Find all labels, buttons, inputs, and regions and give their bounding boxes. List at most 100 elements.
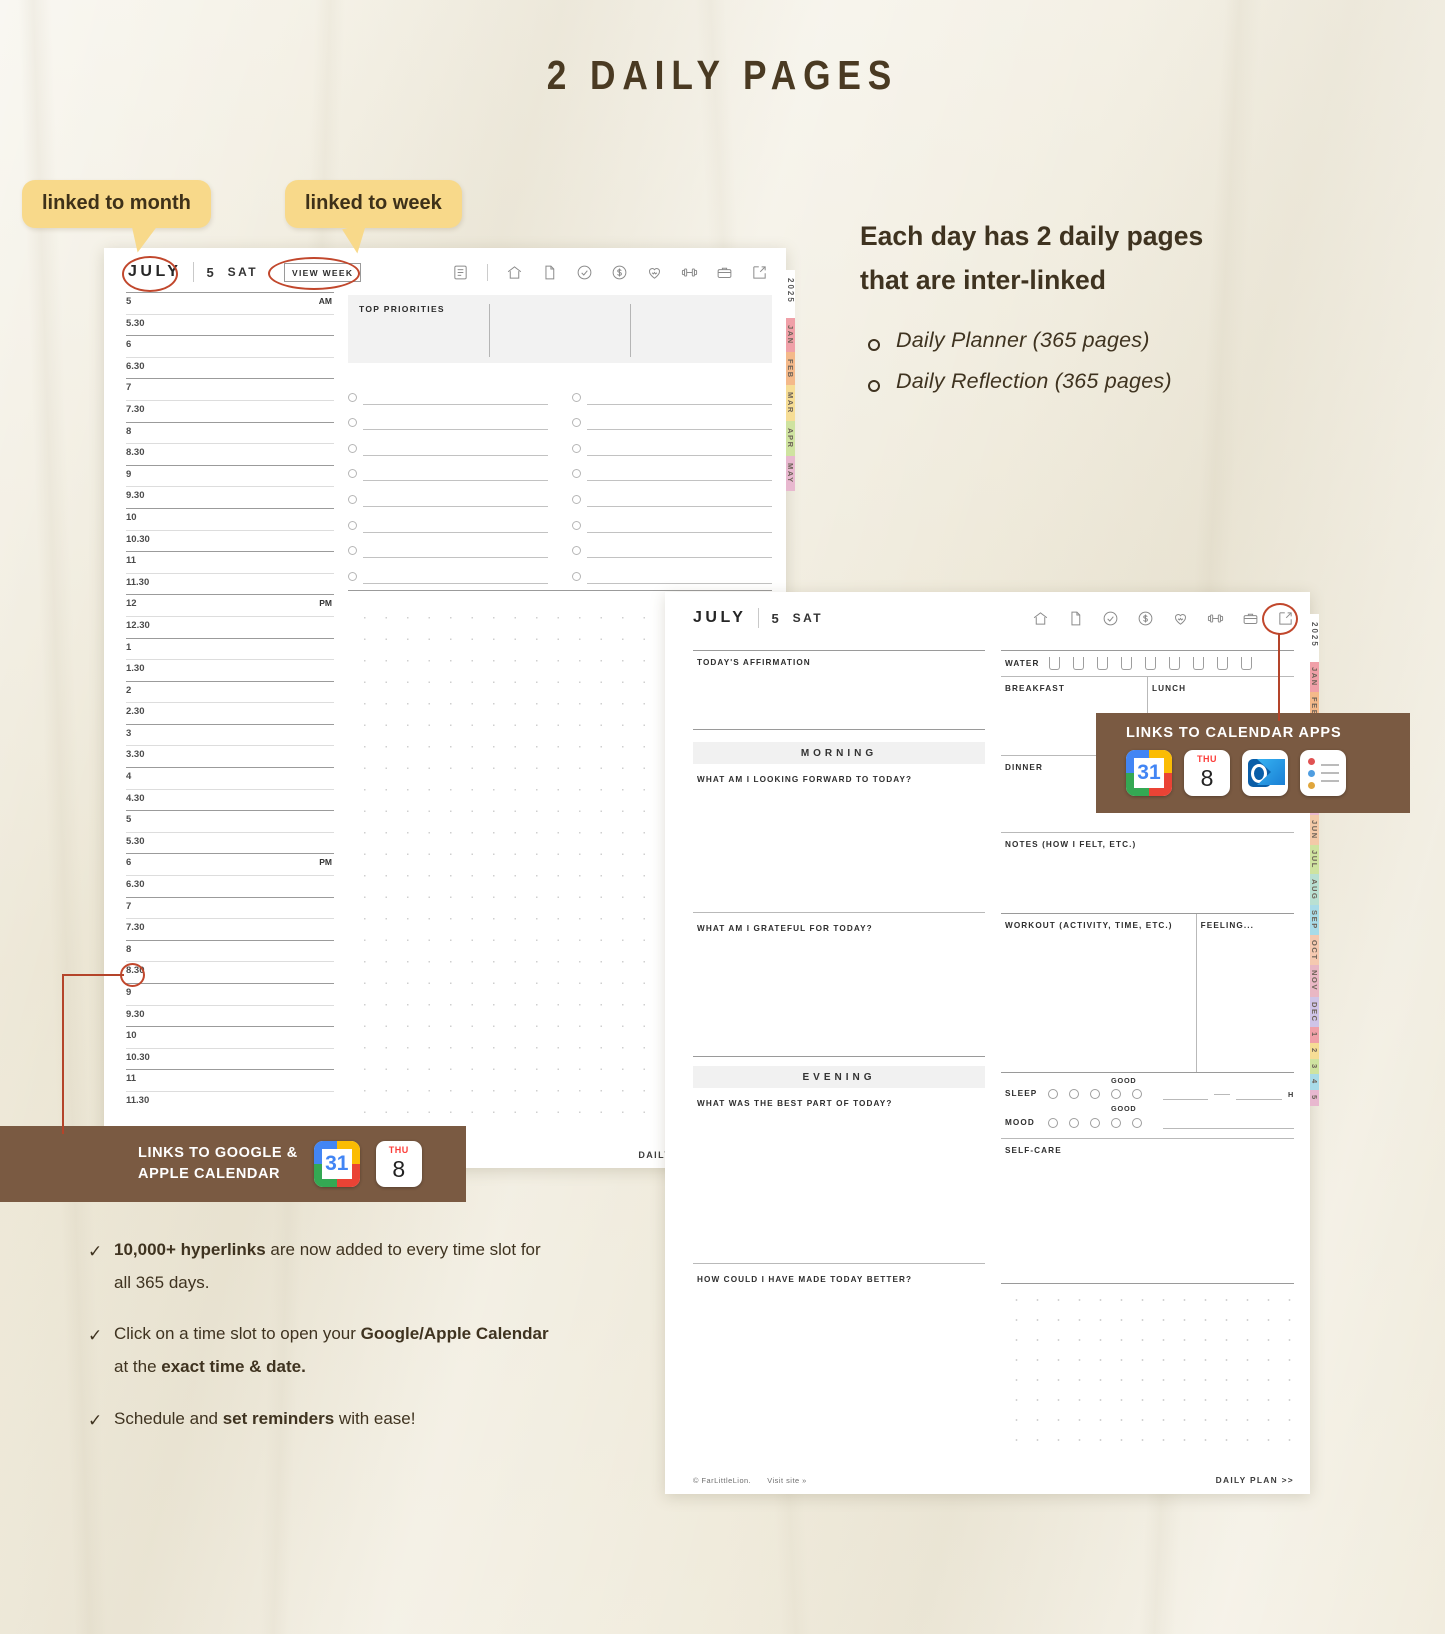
todo-line[interactable] xyxy=(587,403,772,405)
month-tab-2[interactable]: 2 xyxy=(1310,1042,1319,1059)
time-slot[interactable]: 12 PM xyxy=(126,594,334,616)
todo-checkbox[interactable] xyxy=(572,571,581,581)
todo-item[interactable] xyxy=(348,405,548,431)
time-slot[interactable]: 4 xyxy=(126,767,334,789)
briefcase-icon[interactable] xyxy=(1242,610,1259,627)
list-icon[interactable] xyxy=(452,264,469,281)
outlook-calendar-icon[interactable] xyxy=(1242,750,1288,796)
home-icon[interactable] xyxy=(1032,610,1049,627)
todo-item[interactable] xyxy=(348,533,548,559)
water-cup[interactable] xyxy=(1217,657,1229,670)
time-slot[interactable]: 10.30 xyxy=(126,1047,334,1070)
time-slot-column[interactable]: 5 AM 5.30 6 6.30 7 7.30 8 8.30 9 9.30 10 10.30 11 11.3… xyxy=(126,292,334,1113)
todo-checkbox[interactable] xyxy=(572,418,581,428)
month-tab-5[interactable]: 5 xyxy=(1310,1090,1319,1107)
time-slot[interactable]: 6 PM xyxy=(126,853,334,875)
todo-checkbox[interactable] xyxy=(572,469,581,479)
month-tab-may[interactable]: MAY xyxy=(786,455,795,491)
time-slot[interactable]: 2.30 xyxy=(126,702,334,724)
month-tab-mar[interactable]: MAR xyxy=(786,385,795,422)
looking-forward-input[interactable] xyxy=(693,784,985,904)
time-slot[interactable]: 7.30 xyxy=(126,399,334,422)
water-cup[interactable] xyxy=(1121,657,1133,670)
month-tab-sep[interactable]: SEP xyxy=(1310,904,1319,935)
todo-item[interactable] xyxy=(572,507,772,533)
todo-column-left[interactable] xyxy=(348,379,548,584)
todo-line[interactable] xyxy=(363,480,548,482)
todo-line[interactable] xyxy=(363,505,548,507)
rating-circle[interactable] xyxy=(1111,1117,1121,1128)
dollar-circle-icon[interactable] xyxy=(1137,610,1154,627)
dumbbell-icon[interactable] xyxy=(681,264,698,281)
todo-checkbox[interactable] xyxy=(572,520,581,530)
todo-column-right[interactable] xyxy=(572,379,772,584)
time-slot[interactable]: 9.30 xyxy=(126,1004,334,1027)
todo-item[interactable] xyxy=(348,379,548,405)
todo-line[interactable] xyxy=(587,582,772,584)
todo-checkbox[interactable] xyxy=(348,469,357,479)
todo-line[interactable] xyxy=(363,403,548,405)
document-icon[interactable] xyxy=(1067,610,1084,627)
rating-circle[interactable] xyxy=(1069,1088,1079,1099)
rating-circle[interactable] xyxy=(1048,1088,1058,1099)
time-slot[interactable]: 9 xyxy=(126,464,334,487)
todo-line[interactable] xyxy=(363,531,548,533)
heart-icon[interactable] xyxy=(1172,610,1189,627)
google-calendar-icon[interactable]: 31 xyxy=(1126,750,1172,796)
time-slot[interactable]: 8 xyxy=(126,939,334,962)
heart-icon[interactable] xyxy=(646,264,663,281)
mood-note-input[interactable] xyxy=(1163,1116,1294,1129)
todo-item[interactable] xyxy=(572,430,772,456)
month-tab-aug[interactable]: AUG xyxy=(1310,873,1319,905)
todo-line[interactable] xyxy=(587,531,772,533)
todo-item[interactable] xyxy=(572,405,772,431)
home-icon[interactable] xyxy=(506,264,523,281)
todo-checkbox[interactable] xyxy=(348,546,357,556)
sleep-hours-input-2[interactable] xyxy=(1236,1087,1282,1100)
time-slot[interactable]: 3.30 xyxy=(126,745,334,767)
planner-year-tab[interactable]: 2025 xyxy=(786,270,795,318)
todo-item[interactable] xyxy=(572,481,772,507)
todo-checkbox[interactable] xyxy=(572,546,581,556)
todo-checkbox[interactable] xyxy=(348,571,357,581)
footer-visit-link[interactable]: Visit site » xyxy=(767,1476,807,1485)
rating-circle[interactable] xyxy=(1048,1117,1058,1128)
time-slot[interactable]: 6.30 xyxy=(126,356,334,379)
top-priorities-box[interactable]: TOP PRIORITIES xyxy=(348,295,772,363)
time-slot[interactable]: 5 xyxy=(126,810,334,832)
dollar-circle-icon[interactable] xyxy=(611,264,628,281)
external-link-icon[interactable] xyxy=(751,264,768,281)
time-slot[interactable]: 8.30 xyxy=(126,961,334,983)
time-slot[interactable]: 1 xyxy=(126,637,334,660)
todo-item[interactable] xyxy=(348,558,548,584)
time-slot[interactable]: 4.30 xyxy=(126,788,334,811)
water-cup[interactable] xyxy=(1073,657,1085,670)
time-slot[interactable]: 7 xyxy=(126,378,334,400)
rating-circle[interactable] xyxy=(1111,1088,1121,1099)
todo-checkbox[interactable] xyxy=(348,494,357,504)
month-tab-jul[interactable]: JUL xyxy=(1310,844,1319,874)
reflection-month-label[interactable]: JULY xyxy=(693,609,746,627)
water-cup[interactable] xyxy=(1145,657,1157,670)
todo-line[interactable] xyxy=(363,557,548,559)
time-slot[interactable]: 7.30 xyxy=(126,918,334,940)
time-slot[interactable]: 3 xyxy=(126,723,334,746)
notes-input[interactable] xyxy=(1001,849,1294,913)
water-cup[interactable] xyxy=(1193,657,1205,670)
time-slot[interactable]: 6 xyxy=(126,335,334,357)
time-slot[interactable]: 10 xyxy=(126,507,334,530)
rating-circle[interactable] xyxy=(1069,1117,1079,1128)
month-tab-apr[interactable]: APR xyxy=(786,421,795,456)
apple-calendar-icon[interactable]: THU 8 xyxy=(375,1141,422,1187)
google-calendar-icon[interactable]: 31 xyxy=(313,1141,360,1187)
water-cup[interactable] xyxy=(1049,657,1061,670)
time-slot[interactable]: 8 xyxy=(126,421,334,444)
document-icon[interactable] xyxy=(541,264,558,281)
todo-line[interactable] xyxy=(363,454,548,456)
briefcase-icon[interactable] xyxy=(716,264,733,281)
time-slot[interactable]: 9 xyxy=(126,983,334,1005)
better-input[interactable] xyxy=(693,1284,985,1424)
time-slot[interactable]: 10.30 xyxy=(126,529,334,552)
todo-checkbox[interactable] xyxy=(348,520,357,530)
time-slot[interactable]: 5 AM xyxy=(126,292,334,314)
